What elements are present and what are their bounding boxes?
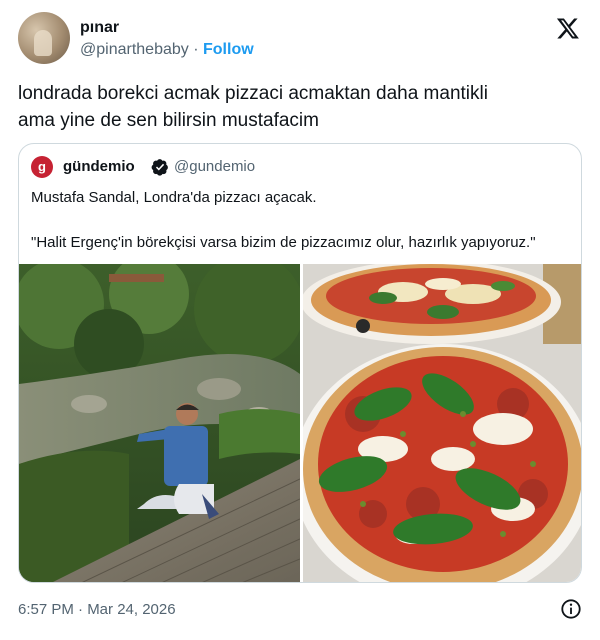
photo-pizzas[interactable] (303, 264, 581, 582)
author-handle[interactable]: @pinarthebaby (80, 41, 189, 58)
author-handle-row: @pinarthebaby · Follow (80, 41, 254, 59)
tweet-text-line-2: ama yine de sen bilirsin mustafacim (18, 110, 319, 131)
tweet-text: londrada borekci acmak pizzaci acmaktan … (18, 80, 578, 134)
author-display-name[interactable]: pınar (80, 19, 119, 37)
quoted-tweet-text-line-2: "Halit Ergenç'in börekçisi varsa bizim d… (31, 234, 536, 251)
tweet-text-line-1: londrada borekci acmak pizzaci acmaktan … (18, 83, 488, 104)
quoted-tweet-card[interactable]: g gündemio @gundemio Mustafa Sandal, Lon… (18, 143, 582, 583)
quoted-author-name[interactable]: gündemio (63, 158, 135, 175)
separator-dot: · (193, 41, 199, 58)
quoted-tweet-text-line-1: Mustafa Sandal, Londra'da pizzacı açacak… (31, 189, 317, 206)
pizza-image (303, 264, 581, 582)
info-icon[interactable] (560, 598, 582, 620)
river-scene-image (19, 264, 300, 582)
author-avatar[interactable] (18, 12, 70, 64)
quoted-media-grid (19, 264, 581, 582)
quoted-author-avatar[interactable]: g (31, 156, 53, 178)
tweet-timestamp[interactable]: 6:57 PM · Mar 24, 2026 (18, 601, 176, 618)
x-logo-icon[interactable] (556, 16, 580, 40)
tweet-header: pınar @pinarthebaby · Follow (18, 12, 582, 66)
verified-badge-icon (151, 159, 168, 176)
tweet-footer: 6:57 PM · Mar 24, 2026 (18, 598, 582, 622)
quoted-author-handle[interactable]: @gundemio (174, 158, 255, 175)
photo-man-by-river[interactable] (19, 264, 300, 582)
follow-button[interactable]: Follow (203, 41, 254, 58)
